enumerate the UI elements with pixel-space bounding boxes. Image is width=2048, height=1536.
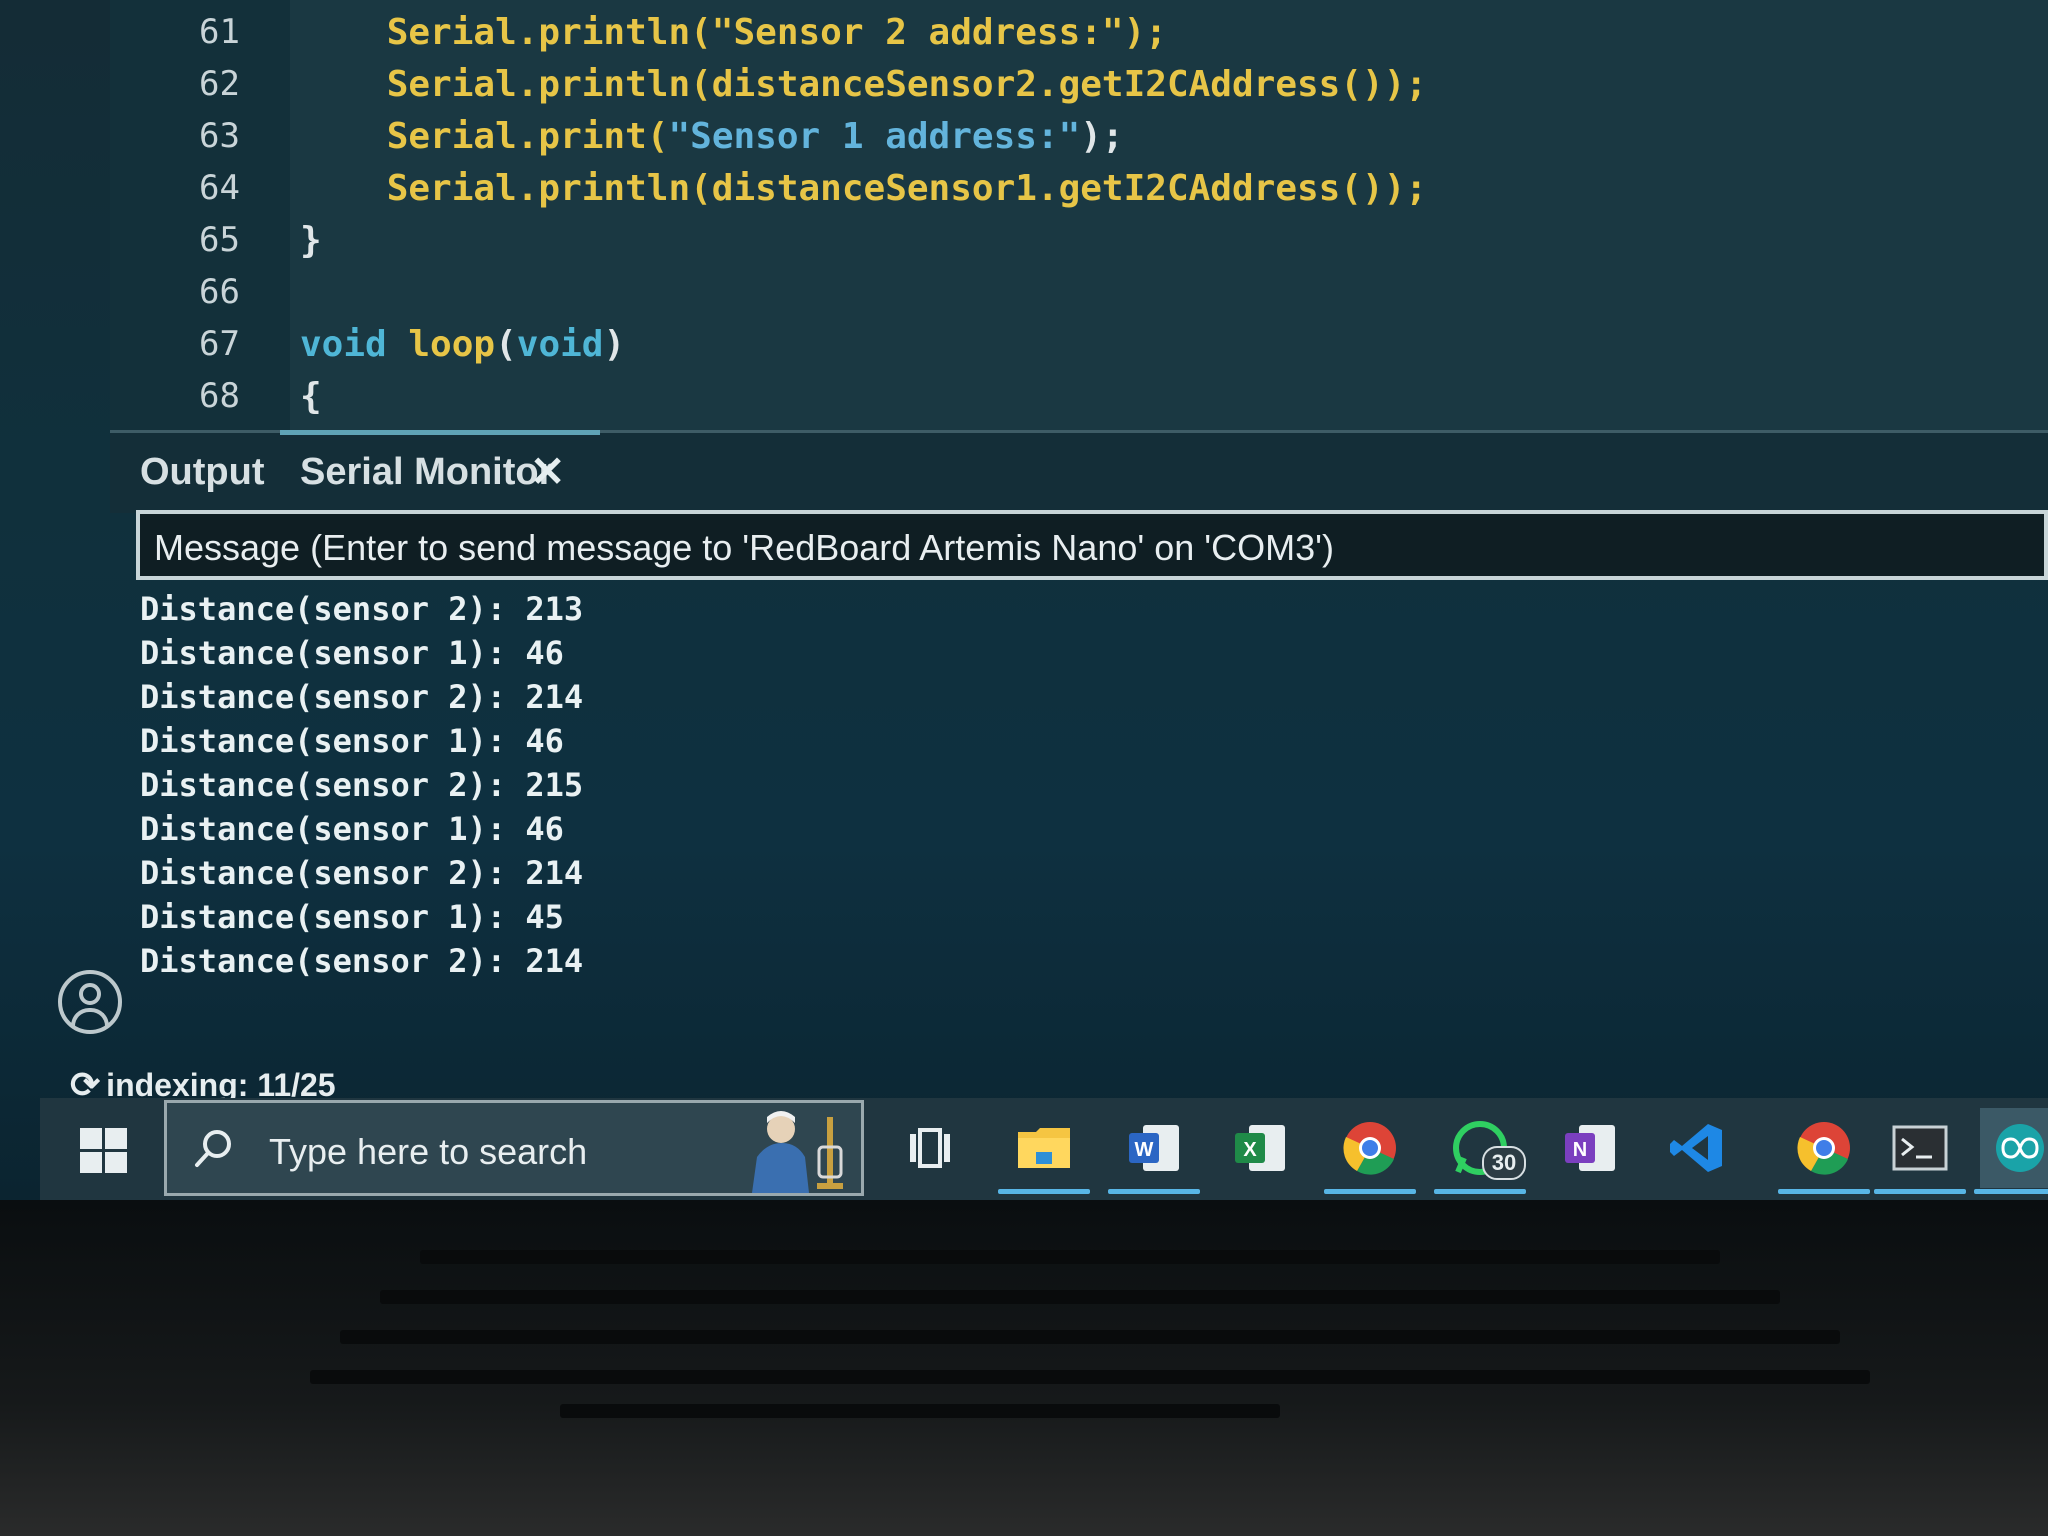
running-indicator	[1974, 1189, 2048, 1194]
search-input[interactable]	[267, 1123, 751, 1181]
excel-icon[interactable]: X	[1220, 1108, 1300, 1188]
line-number: 66	[199, 272, 240, 312]
whatsapp-icon[interactable]: 30	[1434, 1108, 1526, 1194]
line-number: 62	[199, 64, 240, 104]
serial-output: Distance(sensor 2): 213 Distance(sensor …	[140, 590, 1940, 1020]
code-line: 67 void loop(void)	[110, 318, 625, 370]
account-icon[interactable]	[58, 970, 122, 1034]
code-text: Serial.print("Sensor 1 address:");	[300, 115, 1124, 157]
line-number: 67	[199, 324, 240, 364]
svg-text:W: W	[1135, 1139, 1154, 1161]
running-indicator	[1434, 1189, 1526, 1194]
line-number: 64	[199, 168, 240, 208]
taskbar-search	[164, 1100, 864, 1196]
tab-output[interactable]: Output	[140, 451, 265, 494]
code-text: {	[300, 375, 322, 417]
code-text: Serial.println(distanceSensor1.getI2CAdd…	[300, 167, 1428, 209]
chrome-profile-icon[interactable]	[1778, 1108, 1870, 1194]
running-indicator	[1324, 1189, 1416, 1194]
terminal-icon[interactable]	[1874, 1108, 1966, 1194]
serial-output-line: Distance(sensor 2): 214	[140, 854, 584, 892]
message-box	[136, 510, 2048, 580]
chrome-icon[interactable]	[1324, 1108, 1416, 1194]
serial-output-line: Distance(sensor 2): 215	[140, 766, 584, 804]
running-indicator	[1778, 1189, 1870, 1194]
serial-output-line: Distance(sensor 1): 46	[140, 634, 564, 672]
active-tab-indicator	[280, 430, 600, 435]
code-text: Serial.println("Sensor 2 address:");	[300, 11, 1167, 53]
task-view-icon[interactable]	[890, 1108, 970, 1188]
svg-text:X: X	[1243, 1139, 1257, 1161]
line-number: 63	[199, 116, 240, 156]
line-number: 65	[199, 220, 240, 260]
onenote-icon[interactable]: N	[1550, 1108, 1630, 1188]
code-text: void loop(void)	[300, 323, 626, 365]
screen: 61 Serial.println("Sensor 2 address:"); 6…	[0, 0, 2048, 1200]
code-text: }	[300, 219, 322, 261]
word-icon[interactable]: W	[1108, 1108, 1200, 1194]
vscode-icon[interactable]	[1656, 1108, 1736, 1188]
serial-output-line: Distance(sensor 2): 213	[140, 590, 584, 628]
serial-output-line: Distance(sensor 2): 214	[140, 942, 584, 980]
serial-output-line: Distance(sensor 1): 45	[140, 898, 564, 936]
code-line: 66	[110, 266, 240, 318]
search-highlight-illustration	[752, 1111, 843, 1193]
close-icon[interactable]: ✕	[530, 447, 565, 496]
code-line: 68 {	[110, 370, 322, 422]
line-number: 68	[199, 376, 240, 416]
file-explorer-icon[interactable]	[998, 1108, 1090, 1194]
serial-output-line: Distance(sensor 1): 46	[140, 810, 564, 848]
svg-text:N: N	[1573, 1139, 1587, 1161]
tab-serial-monitor[interactable]: Serial Monitor	[300, 451, 553, 494]
running-indicator	[1874, 1189, 1966, 1194]
code-line: 64 Serial.println(distanceSensor1.getI2C…	[110, 162, 1427, 214]
code-text: Serial.println(distanceSensor2.getI2CAdd…	[300, 63, 1428, 105]
arduino-icon[interactable]	[1974, 1108, 2048, 1194]
serial-message-input[interactable]	[152, 520, 2036, 576]
bottom-panel-tabs: Output Serial Monitor ✕	[110, 430, 2048, 513]
search-icon	[195, 1130, 231, 1167]
windows-start-icon[interactable]	[80, 1128, 128, 1174]
laptop-bezel	[0, 1200, 2048, 1536]
code-line: 63 Serial.print("Sensor 1 address:");	[110, 110, 1124, 162]
serial-output-line: Distance(sensor 1): 46	[140, 722, 564, 760]
running-indicator	[998, 1189, 1090, 1194]
notification-badge: 30	[1482, 1146, 1526, 1180]
line-number: 61	[199, 12, 240, 52]
running-indicator	[1108, 1189, 1200, 1194]
code-editor[interactable]: 61 Serial.println("Sensor 2 address:"); 6…	[110, 0, 2048, 430]
code-line: 61 Serial.println("Sensor 2 address:");	[110, 6, 1167, 58]
code-line: 65}	[110, 214, 322, 266]
serial-output-line: Distance(sensor 2): 214	[140, 678, 584, 716]
code-line: 62 Serial.println(distanceSensor2.getI2C…	[110, 58, 1427, 110]
taskbar: W X	[40, 1098, 2048, 1200]
